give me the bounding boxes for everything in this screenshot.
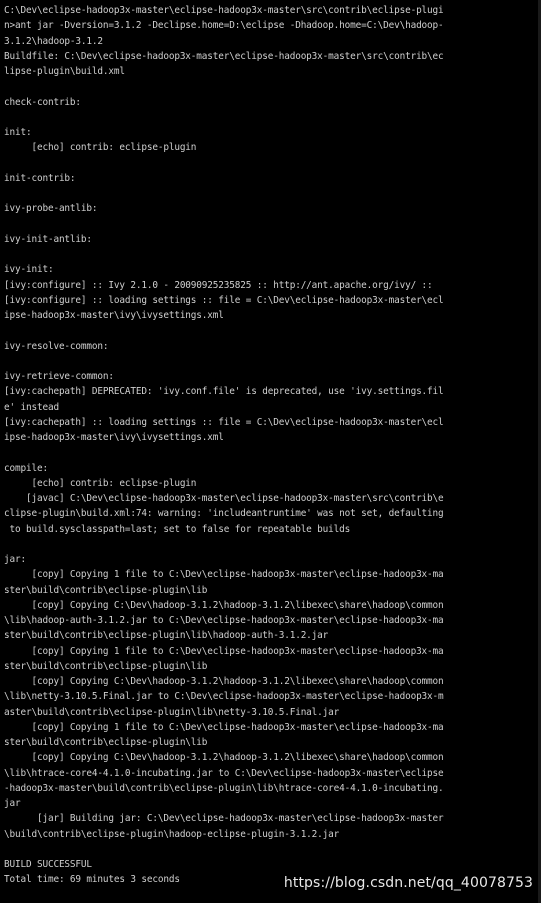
console-line: [ivy:configure] :: loading settings :: f… bbox=[4, 294, 444, 306]
console-line: ivy-retrieve-common: bbox=[4, 371, 114, 382]
console-line: 3.1.2\hadoop-3.1.2 bbox=[4, 35, 103, 47]
console-line: \lib\hadoop-auth-3.1.2.jar to C:\Dev\ecl… bbox=[4, 615, 444, 626]
console-line: ipse-hadoop3x-master\ivy\ivysettings.xml bbox=[4, 310, 224, 321]
console-line: [copy] Copying 1 file to C:\Dev\eclipse-… bbox=[4, 721, 444, 733]
console-line: lipse-plugin\build.xml bbox=[4, 66, 125, 77]
console-line: ivy-probe-antlib: bbox=[4, 203, 98, 215]
console-line: \build\contrib\eclipse-plugin\hadoop-ecl… bbox=[4, 828, 340, 840]
console-line: [jar] Building jar: C:\Dev\eclipse-hadoo… bbox=[4, 813, 444, 825]
console-line: n>ant jar -Dversion=3.1.2 -Declipse.home… bbox=[4, 20, 444, 32]
console-line: ipse-hadoop3x-master\ivy\ivysettings.xml bbox=[4, 432, 224, 443]
console-line: ster\build\contrib\eclipse-plugin\lib bbox=[4, 584, 208, 596]
console-line: BUILD SUCCESSFUL bbox=[4, 859, 92, 870]
console-window: C:\Dev\eclipse-hadoop3x-master\eclipse-h… bbox=[0, 0, 541, 903]
console-line: init: bbox=[4, 127, 32, 138]
console-line: jar: bbox=[4, 554, 26, 565]
console-line: -hadoop3x-master\build\contrib\eclipse-p… bbox=[4, 782, 444, 794]
watermark-text: https://blog.csdn.net/qq_40078753 bbox=[283, 875, 533, 891]
console-line: [echo] contrib: eclipse-plugin bbox=[4, 142, 197, 154]
console-line: \lib\netty-3.10.5.Final.jar to C:\Dev\ec… bbox=[4, 691, 444, 703]
console-line: to build.sysclasspath=last; set to false… bbox=[4, 523, 351, 535]
console-line: [copy] Copying C:\Dev\hadoop-3.1.2\hadoo… bbox=[4, 752, 444, 764]
console-line: [copy] Copying 1 file to C:\Dev\eclipse-… bbox=[4, 569, 444, 581]
console-line: [copy] Copying 1 file to C:\Dev\eclipse-… bbox=[4, 645, 444, 657]
console-line: [javac] C:\Dev\eclipse-hadoop3x-master\e… bbox=[4, 493, 444, 504]
console-line: compile: bbox=[4, 462, 48, 474]
console-line: aster\build\contrib\eclipse-plugin\lib\n… bbox=[4, 706, 340, 718]
console-line: ster\build\contrib\eclipse-plugin\lib bbox=[4, 660, 208, 672]
console-line: [ivy:configure] :: Ivy 2.1.0 - 200909252… bbox=[4, 279, 433, 291]
console-line: [copy] Copying C:\Dev\hadoop-3.1.2\hadoo… bbox=[4, 599, 444, 611]
console-line: [ivy:cachepath] :: loading settings :: f… bbox=[4, 416, 444, 428]
console-line: [copy] Copying C:\Dev\hadoop-3.1.2\hadoo… bbox=[4, 676, 444, 687]
console-line: jar bbox=[4, 798, 21, 809]
console-line: ivy-resolve-common: bbox=[4, 340, 109, 352]
console-line: [echo] contrib: eclipse-plugin bbox=[4, 477, 197, 489]
console-line: ivy-init: bbox=[4, 264, 54, 276]
console-line: \lib\htrace-core4-4.1.0-incubating.jar t… bbox=[4, 767, 444, 779]
console-line: Buildfile: C:\Dev\eclipse-hadoop3x-maste… bbox=[4, 50, 444, 62]
console-line: clipse-plugin\build.xml:74: warning: 'in… bbox=[4, 508, 444, 520]
console-line: init-contrib: bbox=[4, 172, 76, 184]
console-line: ster\build\contrib\eclipse-plugin\lib\ha… bbox=[4, 630, 329, 642]
console-line: C:\Dev\eclipse-hadoop3x-master\eclipse-h… bbox=[4, 5, 444, 16]
console-line: ivy-init-antlib: bbox=[4, 233, 92, 245]
console-line: e' instead bbox=[4, 401, 59, 413]
console-line: [ivy:cachepath] DEPRECATED: 'ivy.conf.fi… bbox=[4, 386, 444, 398]
console-line: check-contrib: bbox=[4, 96, 81, 108]
console-line: ster\build\contrib\eclipse-plugin\lib bbox=[4, 737, 208, 748]
console-output: C:\Dev\eclipse-hadoop3x-master\eclipse-h… bbox=[4, 3, 540, 888]
